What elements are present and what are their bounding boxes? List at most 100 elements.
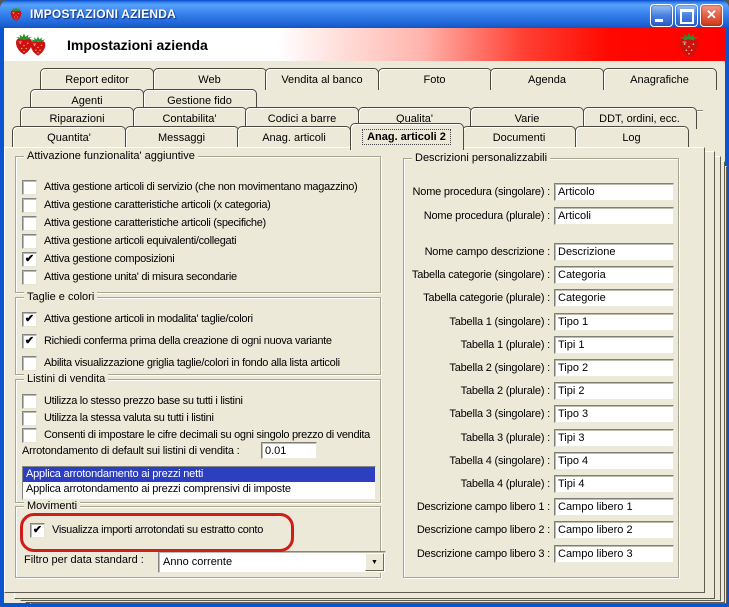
rounding-input[interactable] <box>261 442 317 459</box>
field-input-tabella-3-plurale[interactable] <box>554 429 674 447</box>
tab-label: Web <box>198 73 221 86</box>
field-label: Tabella 1 (plurale) : <box>460 339 551 351</box>
checkbox-label: Attiva gestione composizioni <box>44 253 175 265</box>
checkbox-label: Attiva gestione articoli in modalita' ta… <box>44 313 253 325</box>
checkbox-unchecked-icon <box>22 233 37 249</box>
tab-messaggi[interactable]: Messaggi <box>124 126 239 148</box>
group-movimenti: Movimenti ✔ Visualizza importi arrotondat… <box>15 500 386 578</box>
tab-label: Codici a barre <box>267 112 337 125</box>
tab-vendita-al-banco[interactable]: Vendita al banco <box>265 68 379 90</box>
maximize-icon <box>680 9 694 24</box>
checkbox-label: Utilizza la stessa valuta su tutti i lis… <box>44 412 214 424</box>
tab-documenti[interactable]: Documenti <box>462 126 576 148</box>
checkbox-checked-icon: ✔ <box>22 311 37 327</box>
tab-foto[interactable]: Foto <box>377 68 492 90</box>
tab-web[interactable]: Web <box>152 68 267 90</box>
minimize-button[interactable] <box>650 4 673 27</box>
tab-report-editor[interactable]: Report editor <box>40 68 154 90</box>
field-input-tabella-3-singolare[interactable] <box>554 405 674 423</box>
field-input-tabella-categorie-plurale[interactable] <box>554 289 674 307</box>
group-descrizioni-personalizzabili: Descrizioni personalizzabili Nome proced… <box>403 152 679 578</box>
checkbox-label: Attiva gestione caratteristiche articoli… <box>44 199 271 211</box>
filter-date-label: Filtro per data standard : <box>24 554 144 566</box>
field-input-tabella-4-singolare[interactable] <box>554 452 674 470</box>
close-button[interactable]: ✕ <box>700 4 723 27</box>
maximize-button[interactable] <box>675 4 698 27</box>
field-row: Nome campo descrizione : <box>404 243 678 262</box>
tab-label: Anagrafiche <box>630 73 689 86</box>
field-row: Tabella 1 (singolare) : <box>404 313 678 332</box>
checkbox-attiva-gestione-caratteristiche-articoli-specifiche[interactable]: Attiva gestione caratteristiche articoli… <box>22 215 380 231</box>
field-input-tabella-1-singolare[interactable] <box>554 313 674 331</box>
tab-quantita[interactable]: Quantita' <box>12 126 126 148</box>
field-label: Tabella 2 (singolare) : <box>449 362 550 374</box>
tab-label: Riparazioni <box>49 112 105 125</box>
field-row: Descrizione campo libero 1 : <box>404 498 678 517</box>
field-input-tabella-1-plurale[interactable] <box>554 336 674 354</box>
field-row: Descrizione campo libero 2 : <box>404 521 678 540</box>
field-input-nome-campo-descrizione[interactable] <box>554 243 674 261</box>
checkbox-utilizza-la-stessa-valuta-su-tutti-i-listini[interactable]: Utilizza la stessa valuta su tutti i lis… <box>22 410 380 426</box>
field-input-tabella-2-plurale[interactable] <box>554 382 674 400</box>
checkbox-attiva-gestione-composizioni[interactable]: ✔ Attiva gestione composizioni <box>22 251 380 267</box>
tab-label: Gestione fido <box>167 94 232 107</box>
client-area: Report editor Web Vendita al banco Foto Agen… <box>4 61 727 604</box>
filter-date-combobox[interactable]: Anno corrente ▼ <box>158 551 386 573</box>
tab-anag-articoli-2[interactable]: Anag. articoli 2 <box>349 123 464 150</box>
field-input-nome-procedura-singolare[interactable] <box>554 183 674 201</box>
tab-log[interactable]: Log <box>574 126 689 148</box>
group-funzionalita-aggiuntive: Attivazione funzionalita' aggiuntive Att… <box>15 150 381 293</box>
strawberries-icon <box>12 32 49 57</box>
field-label: Nome procedura (singolare) : <box>412 186 551 198</box>
field-input-tabella-4-plurale[interactable] <box>554 475 674 493</box>
field-input-descrizione-campo-libero-2[interactable] <box>554 521 674 539</box>
titlebar[interactable]: IMPOSTAZIONI AZIENDA ✕ <box>0 0 729 28</box>
checkbox-unchecked-icon <box>22 179 37 195</box>
checkbox-unchecked-icon <box>22 410 37 426</box>
combobox-dropdown-button[interactable]: ▼ <box>365 553 384 571</box>
field-input-nome-procedura-plurale[interactable] <box>554 207 674 225</box>
checkbox-attiva-gestione-articoli-equivalenti-collegati[interactable]: Attiva gestione articoli equivalenti/col… <box>22 233 380 249</box>
header-banner: Impostazioni azienda <box>4 28 725 61</box>
rounding-mode-listbox[interactable]: Applica arrotondamento ai prezzi netti Ap… <box>22 466 376 500</box>
checkbox-label: Attiva gestione caratteristiche articoli… <box>44 217 266 229</box>
field-input-tabella-2-singolare[interactable] <box>554 359 674 377</box>
checkbox-unchecked-icon <box>22 215 37 231</box>
tab-anag-articoli[interactable]: Anag. articoli <box>237 126 351 148</box>
field-input-descrizione-campo-libero-1[interactable] <box>554 498 674 516</box>
list-option-applica-arrotondamento-ai-prezzi-netti[interactable]: Applica arrotondamento ai prezzi netti <box>23 467 375 482</box>
checkbox-label: Richiedi conferma prima della creazione … <box>44 335 332 347</box>
checkbox-attiva-gestione-caratteristiche-articoli-x-categoria[interactable]: Attiva gestione caratteristiche articoli… <box>22 197 380 213</box>
checkbox-consenti-di-impostare-le-cifre-decimali-su-ogni-singolo-prezzo-di-vendita[interactable]: Consenti di impostare le cifre decimali … <box>22 427 380 443</box>
field-row: Tabella 3 (plurale) : <box>404 429 678 448</box>
tab-agenda[interactable]: Agenda <box>490 68 604 90</box>
checkbox-attiva-gestione-unita-di-misura-secondarie[interactable]: Attiva gestione unita' di misura seconda… <box>22 269 380 285</box>
field-label: Nome campo descrizione : <box>424 246 551 258</box>
checkbox-checked-icon: ✔ <box>22 251 37 267</box>
checkbox-abilita-visualizzazione-griglia-taglie-colori-in-fondo-alla-lista-articoli[interactable]: Abilita visualizzazione griglia taglie/c… <box>22 355 380 371</box>
list-option-applica-arrotondamento-ai-prezzi-comprensivi-di-imposte[interactable]: Applica arrotondamento ai prezzi compren… <box>23 482 375 497</box>
field-row: Tabella 3 (singolare) : <box>404 405 678 424</box>
field-label: Tabella 3 (singolare) : <box>449 408 550 420</box>
tab-label: Anag. articoli 2 <box>362 129 451 145</box>
tab-label: Agenda <box>528 73 566 86</box>
checkbox-label: Attiva gestione unita' di misura seconda… <box>44 271 237 283</box>
checkbox-utilizza-lo-stesso-prezzo-base-su-tutti-i-listini[interactable]: Utilizza lo stesso prezzo base su tutti … <box>22 393 380 409</box>
tab-label: Messaggi <box>157 131 206 144</box>
checkbox-label: Consenti di impostare le cifre decimali … <box>44 429 371 441</box>
tab-label: Quantita' <box>47 131 91 144</box>
checkbox-label: Attiva gestione articoli di servizio (ch… <box>44 181 358 193</box>
tab-anagrafiche[interactable]: Anagrafiche <box>602 68 717 90</box>
field-input-tabella-categorie-singolare[interactable] <box>554 266 674 284</box>
tab-label: Vendita al banco <box>281 73 363 86</box>
field-label: Tabella 4 (plurale) : <box>460 478 551 490</box>
checkbox-attiva-gestione-articoli-in-modalita-taglie-colori[interactable]: ✔ Attiva gestione articoli in modalita' t… <box>22 311 380 327</box>
checkbox-richiedi-conferma-prima-della-creazione-di-ogni-nuova-variante[interactable]: ✔ Richiedi conferma prima della creazione… <box>22 333 380 349</box>
tab-label: DDT, ordini, ecc. <box>599 112 680 125</box>
tab-label: Anag. articoli <box>262 131 326 144</box>
checkbox-attiva-gestione-articoli-di-servizio-che-non-movimentano-magazzino[interactable]: Attiva gestione articoli di servizio (ch… <box>22 179 380 195</box>
field-label: Tabella 3 (plurale) : <box>460 432 551 444</box>
checkbox-unchecked-icon <box>22 197 37 213</box>
field-input-descrizione-campo-libero-3[interactable] <box>554 545 674 563</box>
tab-label: Contabilita' <box>162 112 217 125</box>
